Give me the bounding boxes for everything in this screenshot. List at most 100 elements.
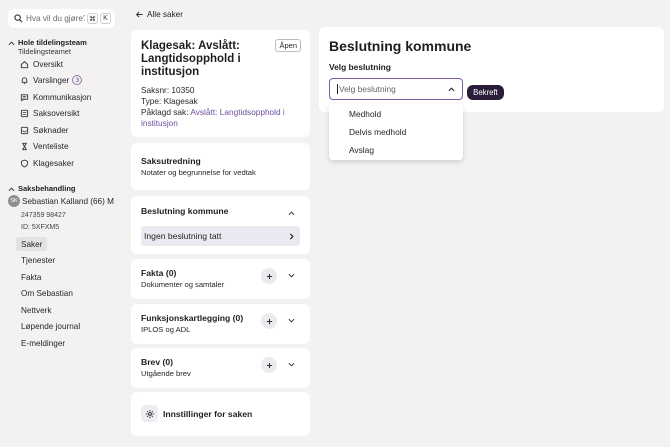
add-fakta-button[interactable] — [261, 268, 277, 284]
sidebar-item-label: Klagesaker — [33, 158, 74, 168]
sidebar-item-kommunikasjon[interactable]: Kommunikasjon — [20, 90, 91, 104]
casework-title: Saksbehandling — [18, 184, 76, 193]
sidebar-item-klagesaker[interactable]: Klagesaker — [20, 156, 74, 170]
settings-label: Innstillinger for saken — [163, 409, 253, 419]
status-badge: Åpen — [275, 39, 301, 52]
decision-select-label: Velg beslutning — [329, 62, 391, 72]
beslutning-card: Beslutning kommune Ingen beslutning tatt — [131, 196, 310, 254]
sidebar-item-fakta[interactable]: Fakta — [16, 270, 46, 284]
case-details: Saksnr: 10350 Type: Klagesak Påklagd sak… — [141, 85, 303, 129]
search-icon — [14, 14, 23, 23]
sidebar-item-label: Saksoversikt — [33, 108, 80, 118]
team-title: Hole tildelingsteam — [18, 38, 87, 47]
inbox-icon — [20, 126, 29, 134]
no-decision-label: Ingen beslutning tatt — [144, 231, 222, 241]
sidebar-item-saker[interactable]: Saker — [16, 237, 48, 251]
team-group-header[interactable]: Hole tildelingsteam Tildelingsteamet — [8, 38, 87, 56]
hourglass-icon — [22, 142, 27, 150]
back-link-label: Alle saker — [147, 10, 183, 19]
chevron-down-icon[interactable] — [288, 317, 295, 324]
search-placeholder: Hva vil du gjøre? — [26, 14, 85, 23]
client-phone: 247359 98427 — [21, 212, 66, 219]
settings-card[interactable]: Innstillinger for saken — [131, 392, 310, 436]
option-delvis-medhold[interactable]: Delvis medhold — [349, 127, 406, 137]
sidebar-item-tjenester[interactable]: Tjenester — [16, 253, 60, 267]
sidebar-item-nettverk[interactable]: Nettverk — [16, 303, 56, 317]
command-key: ⌘ — [87, 13, 98, 24]
decision-select-placeholder: Velg beslutning — [339, 84, 396, 94]
decision-panel: Beslutning kommune Velg beslutning Velg … — [319, 27, 664, 112]
notification-count-badge: 3 — [72, 75, 83, 85]
plus-icon — [266, 318, 272, 324]
saksutredning-card[interactable]: Saksutredning Notater og begrunnelse for… — [131, 143, 310, 190]
saksutredning-title: Saksutredning — [141, 156, 201, 166]
decision-dropdown: Medhold Delvis medhold Avslag — [329, 104, 463, 160]
sidebar-item-venteliste[interactable]: Venteliste — [20, 139, 69, 153]
fakta-card: Fakta (0) Dokumenter og samtaler — [131, 259, 310, 299]
client-id: ID: 5XFXM5 — [21, 224, 60, 231]
sidebar-item-label: Søknader — [33, 125, 69, 135]
chevron-right-icon — [289, 232, 294, 240]
sidebar-item-om-sebastian[interactable]: Om Sebastian — [16, 286, 78, 300]
sidebar-item-lopende-journal[interactable]: Løpende journal — [16, 319, 85, 333]
chat-icon — [20, 93, 29, 102]
back-link[interactable]: Alle saker — [135, 10, 183, 19]
fakta-title: Fakta (0) — [141, 268, 177, 278]
casework-group-header[interactable]: Saksbehandling — [8, 184, 76, 193]
no-decision-row[interactable]: Ingen beslutning tatt — [141, 226, 300, 246]
sidebar-item-label: Venteliste — [33, 141, 69, 151]
team-subtitle: Tildelingsteamet — [18, 47, 71, 56]
option-medhold[interactable]: Medhold — [349, 109, 381, 119]
chevron-up-icon — [8, 187, 15, 192]
sidebar-item-e-meldinger[interactable]: E-meldinger — [16, 336, 70, 350]
bell-icon — [21, 76, 28, 84]
confirm-button[interactable]: Bekreft — [467, 85, 504, 100]
case-type: Type: Klagesak — [141, 96, 198, 106]
fakta-subtitle: Dokumenter og samtaler — [141, 280, 225, 289]
gear-icon — [141, 405, 158, 422]
add-brev-button[interactable] — [261, 357, 277, 373]
plus-icon — [266, 362, 272, 368]
sidebar-item-label: Oversikt — [33, 59, 64, 69]
sidebar-item-oversikt[interactable]: Oversikt — [20, 57, 63, 71]
list-icon — [20, 109, 29, 117]
case-header-card: Klagesak: Avslått: Langtidsopphold i ins… — [131, 30, 310, 137]
chevron-up-icon — [8, 41, 15, 46]
decision-select[interactable]: Velg beslutning — [329, 78, 463, 100]
brev-subtitle: Utgående brev — [141, 369, 191, 378]
text-cursor — [337, 84, 338, 94]
sidebar: Hva vil du gjøre? ⌘ K Hole tildelingstea… — [0, 0, 122, 447]
chevron-down-icon[interactable] — [288, 361, 295, 368]
brev-title: Brev (0) — [141, 357, 173, 367]
brev-card: Brev (0) Utgående brev — [131, 348, 310, 388]
search-input[interactable]: Hva vil du gjøre? ⌘ K — [8, 9, 115, 28]
decision-panel-title: Beslutning kommune — [329, 38, 472, 54]
funksjonskartlegging-subtitle: IPLOS og ADL — [141, 325, 191, 334]
avatar: SK — [8, 195, 20, 207]
chevron-down-icon[interactable] — [288, 272, 295, 279]
appealed-case: Påklagd sak: Avslått: Langtidsopphold i … — [141, 107, 303, 129]
home-icon — [20, 60, 29, 68]
add-funksjonskartlegging-button[interactable] — [261, 313, 277, 329]
sidebar-item-varslinger[interactable]: Varslinger 3 — [20, 73, 83, 87]
funksjonskartlegging-title: Funksjonskartlegging (0) — [141, 313, 244, 323]
saksutredning-subtitle: Notater og begrunnelse for vedtak — [141, 168, 256, 177]
funksjonskartlegging-card: Funksjonskartlegging (0) IPLOS og ADL — [131, 304, 310, 344]
chevron-up-icon — [448, 86, 455, 91]
option-avslag[interactable]: Avslag — [349, 145, 374, 155]
plus-icon — [266, 273, 272, 279]
sidebar-item-label: Kommunikasjon — [33, 92, 92, 102]
appealed-case-label: Påklagd sak: — [141, 107, 189, 117]
page-title: Klagesak: Avslått: Langtidsopphold i ins… — [141, 40, 241, 78]
sidebar-item-label: Varslinger — [33, 75, 70, 85]
arrow-left-icon — [135, 11, 143, 18]
sidebar-item-saksoversikt[interactable]: Saksoversikt — [20, 106, 79, 120]
shield-icon — [21, 159, 28, 167]
chevron-up-icon[interactable] — [288, 210, 295, 217]
client-person[interactable]: SK Sebastian Kalland (66) M — [8, 195, 114, 207]
case-number: Saksnr: 10350 — [141, 85, 195, 95]
sidebar-item-soknader[interactable]: Søknader — [20, 123, 69, 137]
client-name: Sebastian Kalland (66) M — [22, 196, 114, 206]
k-key: K — [100, 13, 111, 24]
beslutning-title: Beslutning kommune — [141, 206, 229, 216]
